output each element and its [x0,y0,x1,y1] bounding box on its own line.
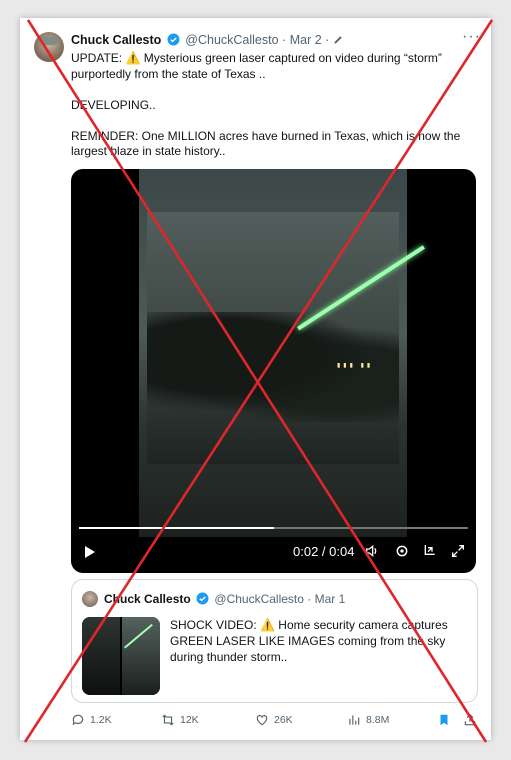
video-time: 0:02 / 0:04 [293,544,355,559]
thumbnail-left-frame [82,617,120,695]
popout-icon[interactable] [422,543,438,559]
play-icon[interactable] [85,546,95,558]
views-chart-icon [349,715,360,725]
reply-icon [72,714,84,726]
share-button[interactable] [463,713,477,727]
thumbnail-right-frame [122,617,160,695]
author-handle[interactable]: @ChuckCallesto [185,33,278,47]
bookmark-icon [440,714,448,726]
tweet-actions: 1.2K 12K 26K 8.8M [71,711,481,731]
like-count: 26K [274,714,293,726]
quote-video-thumbnail[interactable] [82,617,160,695]
tweet-header: Chuck Callesto @ChuckCallesto · Mar 2 · [71,32,344,48]
repost-button[interactable]: 12K [161,713,199,727]
video-scene: ▮▮▮ ▮▮ [147,212,425,464]
quote-header: Chuck Callesto @ChuckCallesto · Mar 1 [104,591,345,607]
fullscreen-icon[interactable] [450,543,466,559]
quote-author-name[interactable]: Chuck Callesto [104,592,191,606]
quote-date[interactable]: Mar 1 [315,592,346,606]
separator-dot: · [307,592,312,606]
video-player[interactable]: ▮▮▮ ▮▮ 0:02 / 0:04 [71,169,476,573]
edit-pencil-icon[interactable] [333,34,344,45]
house-windows: ▮▮▮ ▮▮ [337,363,374,369]
quote-handle[interactable]: @ChuckCallesto [214,592,304,606]
tweet-date[interactable]: Mar 2 [290,33,322,47]
views-count: 8.8M [366,714,390,726]
reply-count: 1.2K [90,714,112,726]
separator-dot: · [282,33,287,47]
verified-badge-icon [196,592,209,605]
more-options-icon[interactable]: ··· [462,28,481,46]
heart-icon [256,715,268,726]
quoted-tweet[interactable]: Chuck Callesto @ChuckCallesto · Mar 1 SH… [71,579,478,703]
video-progress-fill [79,527,274,529]
quote-text: SHOCK VIDEO: ⚠️ Home security camera cap… [170,618,448,664]
volume-icon[interactable] [364,543,380,559]
reply-button[interactable]: 1.2K [71,713,112,727]
video-progress-bar[interactable] [79,527,468,529]
repost-count: 12K [180,714,199,726]
tweet-line: UPDATE: ⚠️ Mysterious green laser captur… [71,51,442,81]
author-name[interactable]: Chuck Callesto [71,33,161,47]
bookmark-button[interactable] [437,713,451,727]
avatar[interactable] [34,32,64,62]
video-controls: 0:02 / 0:04 [71,527,476,573]
share-icon [464,713,476,726]
tweet-text: UPDATE: ⚠️ Mysterious green laser captur… [71,51,471,175]
quote-avatar[interactable] [82,591,98,607]
video-frame: ▮▮▮ ▮▮ [139,169,425,537]
views-button[interactable]: 8.8M [347,713,389,727]
tweet-line: DEVELOPING.. [71,97,156,112]
tweet-card: Chuck Callesto @ChuckCallesto · Mar 2 · … [20,18,491,740]
tweet-line: REMINDER: One MILLION acres have burned … [71,128,461,159]
like-button[interactable]: 26K [255,713,293,727]
settings-icon[interactable] [394,543,410,559]
verified-badge-icon [167,33,180,46]
separator-dot: · [325,33,330,47]
repost-icon [162,714,174,726]
